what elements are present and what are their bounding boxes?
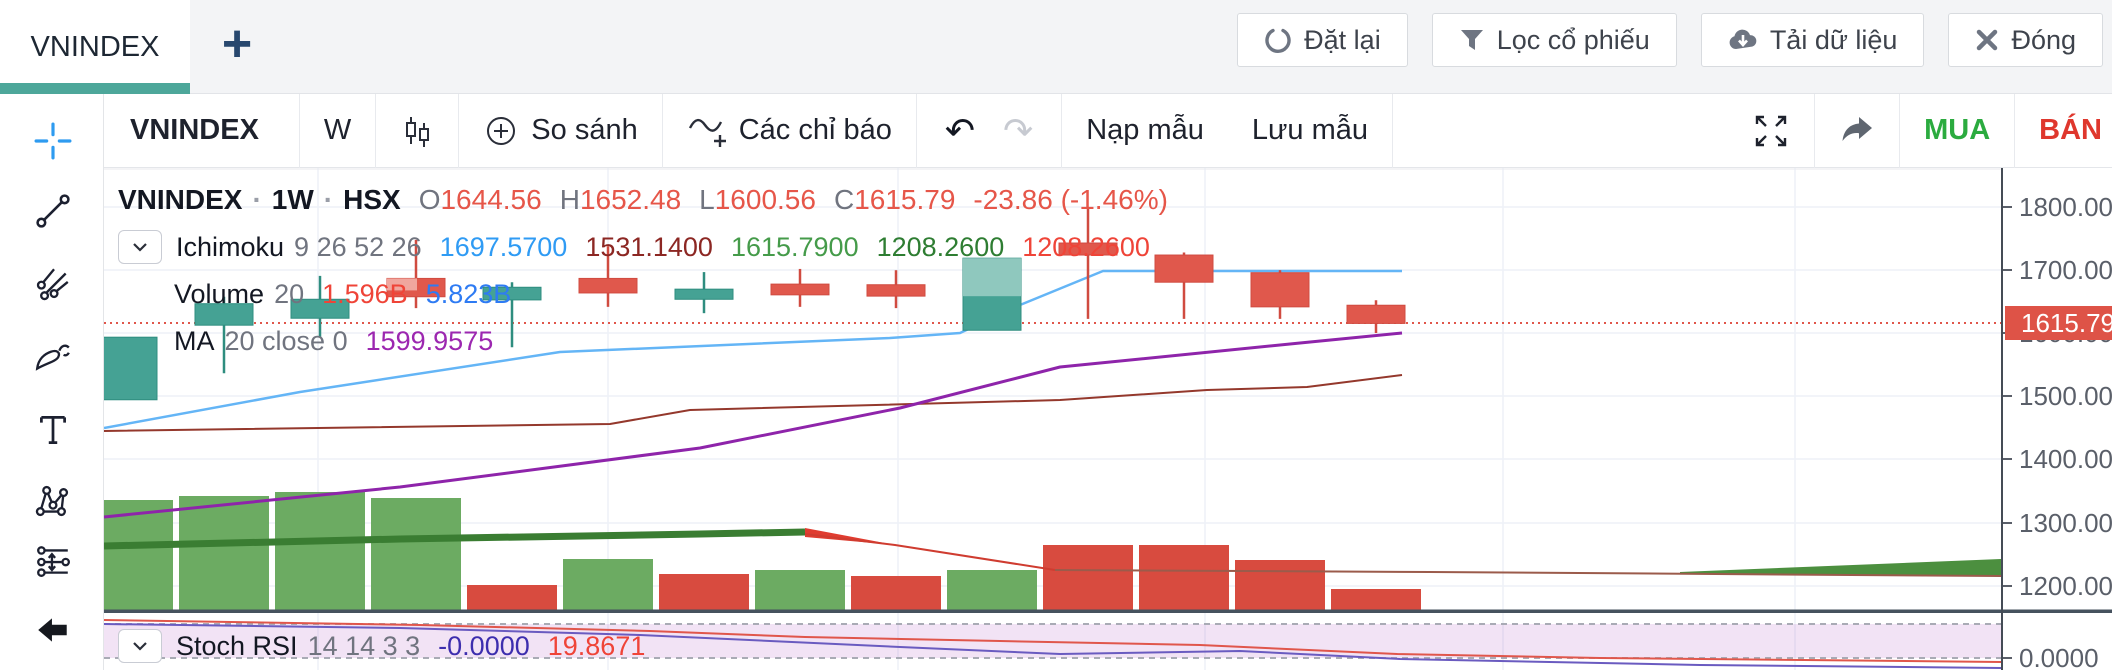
chart-type-button[interactable] — [376, 94, 458, 167]
share-button[interactable] — [1815, 94, 1899, 167]
tab-active-underline — [0, 83, 190, 94]
stoch-axis-zero: 0.0000 — [2003, 643, 2099, 670]
text-tool-icon[interactable] — [34, 411, 72, 449]
back-arrow-icon[interactable] — [34, 611, 72, 649]
stoch-k-value: -0.0000 — [438, 630, 530, 661]
reset-button[interactable]: Đặt lại — [1237, 13, 1408, 67]
axis-tick: 1700.00 — [2003, 255, 2112, 285]
chevron-down-icon — [133, 642, 147, 651]
legend-ohlc-row: VNINDEX · 1W · HSX O 1644.56 H 1652.48 L… — [118, 184, 1168, 216]
fullscreen-icon — [1755, 115, 1787, 146]
chikou-value: 1615.7900 — [730, 231, 859, 262]
indicators-button[interactable]: Các chỉ báo — [663, 94, 916, 167]
change-value: -23.86 (-1.46%) — [973, 184, 1168, 215]
indicator-name[interactable]: Stoch RSI — [176, 631, 298, 662]
legend-interval[interactable]: 1W — [272, 184, 314, 216]
trading-app-window: VNINDEX + Đặt lại Lọc cổ phiếu Tải dữ li… — [0, 0, 2112, 670]
symbol-search-button[interactable]: VNINDEX — [104, 94, 299, 167]
high-value: 1652.48 — [579, 184, 682, 215]
tenkan-value: 1697.5700 — [439, 231, 568, 262]
tab-vnindex[interactable]: VNINDEX — [0, 0, 190, 94]
axis-tick: 1400.00 — [2003, 444, 2112, 474]
close-value: 1615.79 — [854, 184, 956, 215]
add-tab-button[interactable]: + — [206, 0, 268, 88]
ichimoku-collapse-button[interactable] — [118, 230, 162, 264]
undo-button[interactable]: ↶ — [917, 110, 989, 152]
pitchfork-tool-icon[interactable] — [34, 264, 72, 302]
filter-icon — [1460, 30, 1483, 50]
close-panel-button[interactable]: Đóng — [1948, 13, 2103, 67]
close-icon — [1977, 29, 1998, 51]
axis-tick: 1200.00 — [2003, 571, 2112, 601]
redo-button[interactable]: ↷ — [989, 110, 1061, 152]
volume-ma-value: 5.823B — [425, 278, 512, 309]
legend-exchange: HSX — [343, 184, 401, 215]
compare-add-icon — [487, 116, 516, 145]
indicator-name[interactable]: Ichimoku — [176, 232, 284, 263]
price-axis[interactable]: 1800.00 1700.00 1600.00 1500.00 1400.00 … — [2001, 168, 2112, 670]
brush-tool-icon[interactable] — [34, 338, 72, 376]
indicators-icon — [688, 118, 726, 147]
senkou-b-value: 1208.2600 — [1022, 231, 1150, 262]
indicator-name[interactable]: Volume — [174, 279, 264, 310]
chevron-down-icon — [133, 243, 147, 252]
ma-value: 1599.9575 — [365, 325, 494, 356]
chart-toolbar: VNINDEX W So sánh Các chỉ báo ↶ ↷ Nạp mẫ… — [104, 93, 2112, 168]
legend-ichimoku-row: Ichimoku 9 26 52 26 1697.5700 1531.1400 … — [118, 230, 1150, 264]
tabbar-actions: Đặt lại Lọc cổ phiếu Tải dữ liệu Đóng — [1237, 13, 2103, 67]
cloud-download-icon — [1729, 29, 1757, 49]
crosshair-tool-icon[interactable] — [34, 122, 72, 160]
axis-tick: 1500.00 — [2003, 381, 2112, 411]
share-icon — [1842, 116, 1873, 141]
load-template-button[interactable]: Nạp mẫu — [1062, 94, 1228, 167]
stoch-d-value: 19.8671 — [547, 630, 646, 661]
open-value: 1644.56 — [440, 184, 542, 215]
filter-stocks-button[interactable]: Lọc cổ phiếu — [1431, 13, 1677, 67]
legend-symbol[interactable]: VNINDEX — [118, 184, 242, 216]
legend-stoch-row: Stoch RSI 14 14 3 3 -0.0000 19.8671 — [118, 629, 645, 663]
trend-line-tool-icon[interactable] — [34, 192, 72, 230]
tab-label: VNINDEX — [30, 30, 160, 63]
axis-tick: 1300.00 — [2003, 508, 2112, 538]
low-value: 1600.56 — [714, 184, 816, 215]
chart-canvas[interactable]: VNINDEX · 1W · HSX O 1644.56 H 1652.48 L… — [104, 168, 2112, 670]
sell-button[interactable]: BÁN — [2015, 94, 2112, 167]
download-data-button[interactable]: Tải dữ liệu — [1700, 13, 1925, 67]
drawing-tools-sidebar — [0, 94, 104, 670]
stoch-collapse-button[interactable] — [118, 629, 162, 663]
save-template-button[interactable]: Lưu mẫu — [1228, 94, 1392, 167]
candlestick-chart-icon — [406, 116, 430, 147]
reset-icon — [1265, 28, 1291, 53]
indicator-name[interactable]: MA — [174, 326, 215, 357]
fullscreen-button[interactable] — [1728, 94, 1814, 167]
buy-button[interactable]: MUA — [1900, 94, 2014, 167]
volume-value: 1.596B — [322, 278, 408, 309]
tab-bar: VNINDEX + Đặt lại Lọc cổ phiếu Tải dữ li… — [0, 0, 2112, 94]
senkou-a-value: 1208.2600 — [876, 231, 1005, 262]
last-price-badge: 1615.79 — [2005, 306, 2112, 340]
long-position-tool-icon[interactable] — [34, 542, 72, 580]
legend-ma-row: MA 20 close 0 1599.9575 — [174, 325, 494, 357]
xabcd-pattern-tool-icon[interactable] — [34, 482, 72, 520]
axis-tick: 1800.00 — [2003, 192, 2112, 222]
interval-button[interactable]: W — [300, 94, 375, 167]
kijun-value: 1531.1400 — [585, 231, 713, 262]
legend-volume-row: Volume 20 1.596B 5.823B — [174, 278, 512, 310]
compare-button[interactable]: So sánh — [459, 94, 661, 167]
